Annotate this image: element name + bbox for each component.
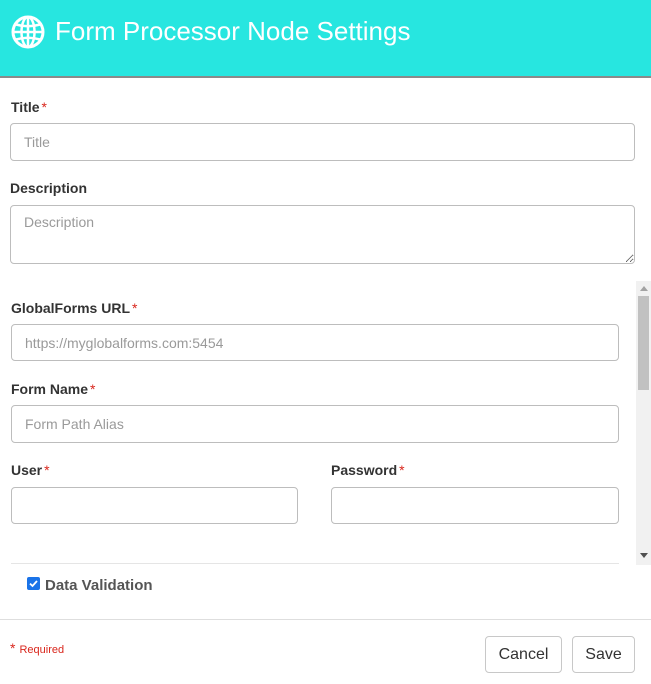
password-label: Password * xyxy=(331,462,405,478)
required-note-text: Required xyxy=(19,644,65,656)
data-validation-checkbox[interactable] xyxy=(27,577,40,590)
required-note: * Required xyxy=(10,640,64,656)
scroll-up-arrow-icon[interactable] xyxy=(640,286,648,291)
globe-icon xyxy=(11,15,45,49)
scrollbar-thumb[interactable] xyxy=(638,296,649,390)
form-name-label-text: Form Name xyxy=(11,381,89,397)
globalforms-url-input[interactable] xyxy=(11,324,619,361)
form-name-label: Form Name * xyxy=(11,381,95,397)
data-validation-label[interactable]: Data Validation xyxy=(45,577,153,594)
title-input[interactable] xyxy=(10,123,635,161)
footer-divider xyxy=(0,619,651,620)
user-input[interactable] xyxy=(11,487,298,524)
required-marker: * xyxy=(41,99,47,115)
description-label: Description xyxy=(10,180,87,196)
form-name-input[interactable] xyxy=(11,405,619,443)
description-textarea[interactable] xyxy=(10,205,635,264)
required-marker: * xyxy=(44,462,50,478)
required-marker: * xyxy=(90,381,96,397)
password-input[interactable] xyxy=(331,487,619,524)
save-button[interactable]: Save xyxy=(572,636,635,673)
password-label-text: Password xyxy=(331,462,398,478)
required-marker: * xyxy=(10,640,16,656)
globalforms-url-label: GlobalForms URL * xyxy=(11,300,137,316)
title-label-text: Title xyxy=(11,99,40,115)
globalforms-url-label-text: GlobalForms URL xyxy=(11,300,131,316)
dialog-title: Form Processor Node Settings xyxy=(55,16,411,46)
description-label-text: Description xyxy=(10,180,88,196)
cancel-button[interactable]: Cancel xyxy=(485,636,562,673)
checkmark-icon xyxy=(29,580,38,588)
required-marker: * xyxy=(399,462,405,478)
dialog-header: Form Processor Node Settings xyxy=(0,0,651,78)
required-marker: * xyxy=(132,300,138,316)
user-label: User * xyxy=(11,462,50,478)
title-label: Title * xyxy=(11,99,47,115)
scroll-down-arrow-icon[interactable] xyxy=(640,553,648,558)
section-divider xyxy=(11,563,619,564)
user-label-text: User xyxy=(11,462,43,478)
